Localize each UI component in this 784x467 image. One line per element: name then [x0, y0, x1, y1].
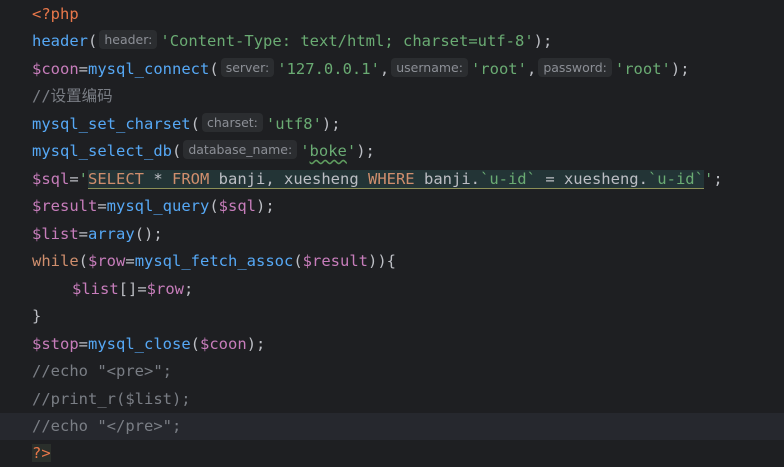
function-name: mysql_query	[106, 197, 210, 215]
operator: =	[78, 224, 89, 243]
operator: []=	[118, 279, 147, 298]
variable: $coon	[32, 59, 79, 78]
code-line-3[interactable]: $coon=mysql_connect(server: '127.0.0.1', u…	[0, 56, 784, 83]
code-line-7[interactable]: $sql='SELECT * FROM banji, xuesheng WHER…	[0, 166, 784, 193]
paren: (	[209, 59, 219, 78]
code-line-17[interactable]: ?>	[0, 440, 784, 466]
sql-keyword: WHERE	[367, 169, 415, 188]
sql-injection-block: SELECT * FROM banji, xuesheng WHERE banj…	[88, 169, 704, 189]
sql-quoted-identifier: `u-id`	[647, 169, 704, 188]
closing-punctuation: );	[533, 32, 553, 50]
closing-punctuation: );	[256, 197, 275, 215]
php-open-tag: <?php	[32, 5, 79, 23]
paren: (	[88, 32, 98, 50]
sql-keyword: FROM	[172, 169, 210, 188]
variable: $result	[302, 252, 368, 270]
variable: $row	[88, 252, 126, 270]
closing-punctuation: ();	[134, 224, 163, 243]
code-line-13[interactable]: $stop=mysql_close($coon);	[0, 331, 784, 358]
code-line-4[interactable]: //设置编码	[0, 83, 784, 110]
sql-text: banji, xuesheng	[209, 169, 368, 188]
code-line-9[interactable]: $list=array();	[0, 221, 784, 248]
sql-quoted-identifier: `u-id`	[479, 169, 536, 188]
function-name: mysql_fetch_assoc	[134, 252, 294, 270]
comment: //echo "<pre>";	[32, 362, 172, 380]
function-name: mysql_select_db	[32, 142, 172, 160]
string-argument: '127.0.0.1'	[277, 59, 380, 78]
variable: $sql	[218, 197, 256, 215]
paren: (	[190, 334, 201, 353]
string-argument: 'utf8'	[265, 114, 322, 133]
php-close-tag: ?>	[32, 444, 51, 462]
operator: =	[125, 252, 135, 270]
paren: (	[209, 197, 219, 215]
function-name: array	[88, 224, 135, 243]
string-quote: '	[300, 142, 310, 160]
code-line-1[interactable]: <?php	[0, 1, 784, 28]
code-line-14[interactable]: //echo "<pre>";	[0, 358, 784, 385]
paren: (	[171, 142, 182, 160]
function-name: header	[32, 32, 88, 50]
parameter-hint: password:	[538, 57, 612, 77]
variable: $list	[32, 224, 79, 243]
sql-keyword: SELECT	[88, 169, 145, 188]
closing-punctuation: );	[246, 334, 266, 353]
code-line-16[interactable]: //echo "</pre>";	[0, 413, 784, 441]
string-quote: '	[703, 169, 714, 188]
code-line-11[interactable]: $list[]=$row;	[0, 276, 784, 303]
sql-text: banji.	[414, 169, 480, 188]
function-name: mysql_connect	[88, 59, 210, 78]
code-line-10[interactable]: while($row=mysql_fetch_assoc($result)){	[0, 248, 784, 275]
function-name: mysql_set_charset	[32, 114, 191, 133]
string-argument: 'root'	[614, 59, 671, 78]
semicolon: ;	[184, 279, 194, 298]
semicolon: ;	[713, 169, 723, 188]
closing-punctuation: )){	[368, 252, 396, 270]
closing-punctuation: );	[321, 114, 341, 133]
keyword: while	[32, 252, 79, 270]
parameter-hint: server:	[220, 57, 275, 77]
variable: $coon	[200, 334, 247, 353]
comment: //设置编码	[32, 87, 113, 105]
variable: $result	[32, 197, 98, 215]
function-name: mysql_close	[88, 334, 191, 353]
closing-punctuation: );	[670, 59, 690, 78]
sql-text: = xuesheng.	[535, 169, 648, 188]
parameter-hint: charset:	[201, 112, 263, 132]
parameter-hint: database_name:	[183, 140, 298, 159]
closing-brace: }	[32, 307, 42, 325]
string-argument: boke	[309, 142, 347, 160]
variable: $list	[72, 279, 119, 298]
closing-punctuation: );	[356, 142, 375, 160]
paren: (	[78, 252, 89, 270]
sql-text: *	[144, 169, 173, 188]
code-editor[interactable]: <?php header(header: 'Content-Type: text/…	[0, 0, 784, 466]
comma: ,	[379, 59, 390, 78]
operator: =	[78, 59, 89, 78]
comment: //echo "</pre>";	[32, 417, 182, 435]
variable: $row	[146, 279, 184, 298]
variable: $sql	[32, 169, 70, 188]
code-line-12[interactable]: }	[0, 303, 784, 330]
string-argument: 'root'	[470, 59, 527, 78]
comment: //print_r($list);	[32, 389, 191, 408]
code-line-15[interactable]: //print_r($list);	[0, 386, 784, 413]
code-line-5[interactable]: mysql_set_charset(charset:'utf8');	[0, 111, 784, 138]
string-quote: '	[78, 169, 89, 188]
variable: $stop	[32, 334, 79, 353]
code-line-2[interactable]: header(header: 'Content-Type: text/html; …	[0, 28, 784, 55]
string-quote: '	[346, 142, 357, 160]
paren: (	[293, 252, 303, 270]
operator: =	[69, 169, 79, 188]
operator: =	[97, 197, 107, 215]
paren: (	[190, 114, 200, 133]
operator: =	[78, 334, 89, 353]
parameter-hint: username:	[391, 57, 468, 77]
string-argument: 'Content-Type: text/html; charset=utf-8'	[160, 32, 534, 50]
code-line-8[interactable]: $result=mysql_query($sql);	[0, 193, 784, 220]
code-line-6[interactable]: mysql_select_db(database_name:'boke');	[0, 138, 784, 165]
comma: ,	[526, 59, 537, 78]
parameter-hint: header:	[99, 30, 158, 49]
